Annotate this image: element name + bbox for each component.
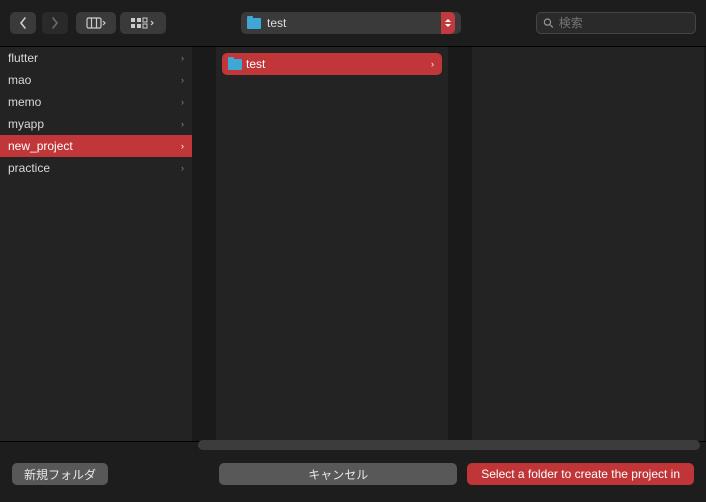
new-folder-button[interactable]: 新規フォルダ [12,463,108,485]
chevron-right-icon: › [431,59,434,69]
list-item[interactable]: mao › [0,69,192,91]
path-stepper-icon [441,12,455,34]
horizontal-scrollbar-thumb[interactable] [198,440,700,450]
folder-icon [247,18,261,29]
list-item-label: mao [6,73,31,87]
chevron-right-icon: › [181,75,184,85]
chevron-right-icon [51,17,59,29]
list-item[interactable]: flutter › [0,47,192,69]
column-browser: flutter›mao›memo›myapp›new_project›pract… [0,46,706,442]
folder-icon [228,59,242,70]
confirm-button[interactable]: Select a folder to create the project in [467,463,694,485]
chevron-right-icon: › [181,53,184,63]
list-item-label: flutter [6,51,38,65]
view-mode-group [76,12,166,34]
browser-column-1[interactable]: flutter›mao›memo›myapp›new_project›pract… [0,47,192,441]
nav-forward-button [42,12,68,34]
chevron-right-icon: › [181,119,184,129]
search-field[interactable] [536,12,696,34]
list-item-label: new_project [6,139,73,153]
path-label: test [267,16,435,30]
list-item-label: practice [6,161,50,175]
browser-column-2[interactable]: test › [216,47,448,441]
columns-icon [86,17,106,29]
list-item-label: test [242,57,265,71]
view-group-button[interactable] [120,12,166,34]
cancel-button[interactable]: キャンセル [219,463,457,485]
search-input[interactable] [559,16,689,30]
list-item[interactable]: new_project › [0,135,192,157]
list-item[interactable]: test › [222,53,442,75]
nav-back-button[interactable] [10,12,36,34]
list-item-label: memo [6,95,41,109]
chevron-right-icon: › [181,163,184,173]
view-columns-button[interactable] [76,12,116,34]
list-item[interactable]: memo › [0,91,192,113]
path-popup-button[interactable]: test [241,12,461,34]
chevron-left-icon [19,17,27,29]
grid-icon [130,17,156,29]
footer-bar: 新規フォルダ キャンセル Select a folder to create t… [0,456,706,502]
browser-column-3[interactable] [472,47,704,441]
list-item[interactable]: practice › [0,157,192,179]
list-item[interactable]: myapp › [0,113,192,135]
search-icon [543,17,554,29]
chevron-right-icon: › [181,141,184,151]
list-item-label: myapp [6,117,44,131]
toolbar: test [0,0,706,44]
chevron-right-icon: › [181,97,184,107]
horizontal-scrollbar-track[interactable] [198,440,700,450]
